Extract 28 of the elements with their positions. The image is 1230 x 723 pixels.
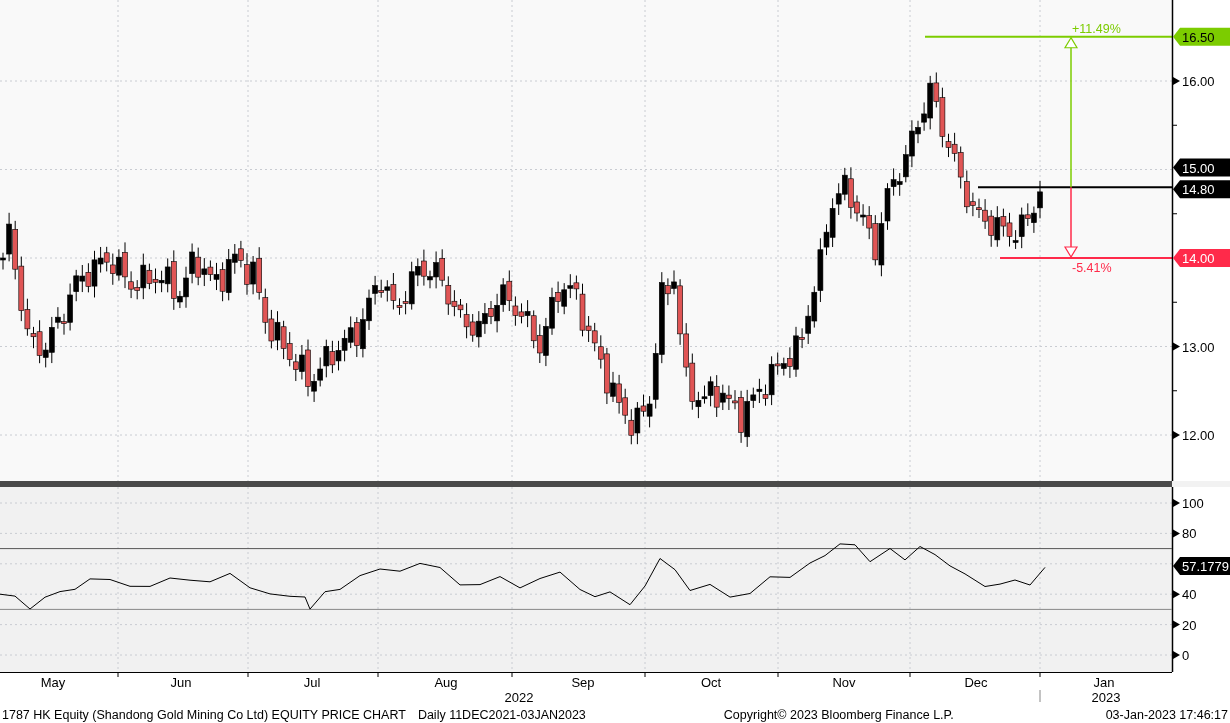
month-label: Sep <box>571 675 595 690</box>
price-tag: 14.80 <box>1173 180 1230 199</box>
month-label: Dec <box>964 675 988 690</box>
chart-period: Daily 11DEC2021-03JAN2023 <box>417 707 586 723</box>
axis-label: 12.00 <box>1173 428 1215 443</box>
month-label: Jul <box>303 675 321 690</box>
axis-label: 16.00 <box>1173 74 1215 89</box>
month-label: Jun <box>170 675 192 690</box>
month-label: May <box>40 675 66 690</box>
month-label: Oct <box>700 675 722 690</box>
axis-label: 80 <box>1173 526 1197 542</box>
axis-label: 20 <box>1173 617 1197 633</box>
timestamp: 03-Jan-2023 17:46:17 <box>1105 707 1228 723</box>
chart-title: 1787 HK Equity (Shandong Gold Mining Co Ltd) EQUITY PRICE CHART <box>2 707 406 723</box>
axis-label: 13.00 <box>1173 339 1215 355</box>
axis-label: 0 <box>1173 648 1190 663</box>
copyright-text: Copyright© 2023 Bloomberg Finance L.P. <box>723 707 954 723</box>
year-label: 2023 <box>1091 690 1121 705</box>
month-label: Aug <box>434 675 458 690</box>
month-label: Jan <box>1093 675 1115 690</box>
year-label: 2022 <box>504 690 534 705</box>
price-tag: 57.1779 <box>1173 557 1230 576</box>
month-label: Nov <box>832 675 856 690</box>
axis-label: 40 <box>1173 587 1197 603</box>
percent-label: -5.41% <box>1072 261 1112 275</box>
percent-label: +11.49% <box>1072 21 1121 36</box>
axis-label: 100 <box>1173 496 1204 511</box>
price-tag: 14.00 <box>1173 249 1230 267</box>
